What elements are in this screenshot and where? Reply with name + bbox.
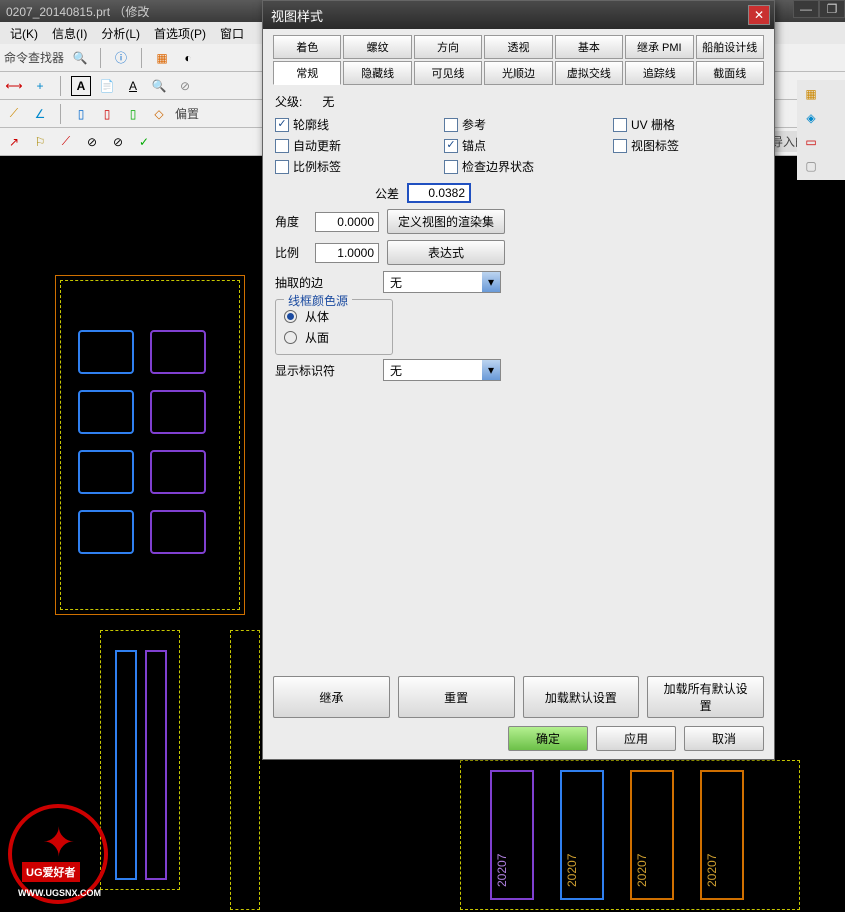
dialog-titlebar[interactable]: 视图样式 ✕: [263, 1, 774, 29]
menu-item[interactable]: 信息(I): [46, 23, 93, 44]
scale-label: 比例: [275, 244, 307, 261]
contour-checkbox[interactable]: [275, 118, 289, 132]
view-top-icon[interactable]: ▭: [801, 132, 821, 152]
ok-button[interactable]: 确定: [508, 726, 588, 751]
watermark-logo: ✦ UG爱好者 WWW.UGSNX.COM: [8, 804, 128, 904]
scalelabel-checkbox[interactable]: [275, 160, 289, 174]
reset-button[interactable]: 重置: [398, 676, 515, 718]
view-right-icon[interactable]: ▦: [801, 84, 821, 104]
check-icon[interactable]: ✓: [134, 132, 154, 152]
text-underline-icon[interactable]: A: [123, 76, 143, 96]
tolerance-label: 公差: [375, 185, 399, 202]
inherit-button[interactable]: 继承: [273, 676, 390, 718]
note-icon[interactable]: 📄: [97, 76, 117, 96]
cylinder-red-icon[interactable]: ▯: [97, 104, 117, 124]
tab-shading[interactable]: 着色: [273, 35, 341, 59]
chevron-down-icon: ▾: [482, 360, 500, 380]
tab-thread[interactable]: 螺纹: [343, 35, 411, 59]
scale-input[interactable]: [315, 243, 379, 263]
tab-smooth-edge[interactable]: 光顺边: [484, 61, 552, 85]
menu-item[interactable]: 首选项(P): [148, 23, 212, 44]
part-label: 20207: [705, 854, 719, 887]
tab-row-2: 常规 隐藏线 可见线 光顺边 虚拟交线 追踪线 截面线: [273, 61, 764, 85]
tab-direction[interactable]: 方向: [414, 35, 482, 59]
cylinder-green-icon[interactable]: ▯: [123, 104, 143, 124]
grid-icon[interactable]: ▦: [152, 48, 172, 68]
tab-section-line[interactable]: 截面线: [696, 61, 764, 85]
app-title: 0207_20140815.prt （修改: [6, 3, 149, 20]
cmd-finder-label: 命令查找器: [4, 49, 64, 66]
extract-edge-label: 抽取的边: [275, 274, 375, 291]
right-toolbar: ▦ ◈ ▭ ▢: [797, 80, 845, 180]
angle-icon[interactable]: ∠: [30, 104, 50, 124]
parent-label: 父级:: [275, 93, 302, 110]
expression-button[interactable]: 表达式: [387, 240, 505, 265]
cylinder-blue-icon[interactable]: ▯: [71, 104, 91, 124]
tab-virtual-intersect[interactable]: 虚拟交线: [555, 61, 623, 85]
arrow-icon[interactable]: ↗: [4, 132, 24, 152]
view-style-dialog: 视图样式 ✕ 着色 螺纹 方向 透视 基本 继承 PMI 船舶设计线 常规 隐藏…: [262, 0, 775, 760]
from-face-radio[interactable]: [284, 331, 297, 344]
part-label: 20207: [635, 854, 649, 887]
angle-input[interactable]: [315, 212, 379, 232]
uvgrid-checkbox[interactable]: [613, 118, 627, 132]
tab-visible-line[interactable]: 可见线: [414, 61, 482, 85]
edge-icon[interactable]: ⟋: [4, 104, 24, 124]
part-label: 20207: [495, 854, 509, 887]
anchor-checkbox[interactable]: [444, 139, 458, 153]
minimize-button[interactable]: —: [793, 0, 819, 18]
render-set-button[interactable]: 定义视图的渲染集: [387, 209, 505, 234]
menu-item[interactable]: 窗口: [214, 23, 250, 44]
viewlabel-checkbox[interactable]: [613, 139, 627, 153]
search-icon[interactable]: 🔍: [70, 48, 90, 68]
apply-button[interactable]: 应用: [596, 726, 676, 751]
tab-inherit-pmi[interactable]: 继承 PMI: [625, 35, 693, 59]
tab-trace-line[interactable]: 追踪线: [625, 61, 693, 85]
extract-edge-combo[interactable]: 无 ▾: [383, 271, 501, 293]
cancel-button[interactable]: 取消: [684, 726, 764, 751]
tab-general[interactable]: 常规: [273, 61, 341, 85]
sphere-icon[interactable]: ◐: [178, 48, 198, 68]
tab-ship-design[interactable]: 船舶设计线: [696, 35, 764, 59]
part-label: 20207: [565, 854, 579, 887]
close-icon[interactable]: ✕: [748, 5, 770, 25]
reference-checkbox[interactable]: [444, 118, 458, 132]
text-a-icon[interactable]: A: [71, 76, 91, 96]
shape-icon[interactable]: ◇: [149, 104, 169, 124]
tab-row-1: 着色 螺纹 方向 透视 基本 继承 PMI 船舶设计线: [273, 35, 764, 59]
view-front-icon[interactable]: ▢: [801, 156, 821, 176]
circle-slash-icon[interactable]: ⊘: [108, 132, 128, 152]
checkbound-checkbox[interactable]: [444, 160, 458, 174]
tab-hidden-line[interactable]: 隐藏线: [343, 61, 411, 85]
show-marker-label: 显示标识符: [275, 362, 375, 379]
chevron-down-icon: ▾: [482, 272, 500, 292]
mark-icon[interactable]: ⚐: [30, 132, 50, 152]
wireframe-color-group: 线框颜色源 从体 从面: [275, 299, 393, 355]
dimension-icon[interactable]: ⟷: [4, 76, 24, 96]
from-body-radio[interactable]: [284, 310, 297, 323]
view-iso-icon[interactable]: ◈: [801, 108, 821, 128]
point-icon[interactable]: +: [30, 76, 50, 96]
circle-note-icon[interactable]: ⊘: [175, 76, 195, 96]
maximize-button[interactable]: ❐: [819, 0, 845, 18]
load-all-default-button[interactable]: 加载所有默认设置: [647, 676, 764, 718]
tab-basic[interactable]: 基本: [555, 35, 623, 59]
tab-perspective[interactable]: 透视: [484, 35, 552, 59]
diameter-icon[interactable]: ⊘: [82, 132, 102, 152]
menu-item[interactable]: 分析(L): [95, 23, 146, 44]
menu-item[interactable]: 记(K): [4, 23, 44, 44]
tolerance-input[interactable]: [407, 183, 471, 203]
slash-icon[interactable]: ⟋: [56, 132, 76, 152]
zoom-out-icon[interactable]: 🔍: [149, 76, 169, 96]
angle-label: 角度: [275, 213, 307, 230]
autoupdate-checkbox[interactable]: [275, 139, 289, 153]
parent-value: 无: [322, 93, 334, 110]
dialog-title: 视图样式: [267, 6, 748, 25]
offset-label: 偏置: [175, 105, 199, 122]
show-marker-combo[interactable]: 无 ▾: [383, 359, 501, 381]
info-icon[interactable]: ⓘ: [111, 48, 131, 68]
load-default-button[interactable]: 加载默认设置: [523, 676, 640, 718]
